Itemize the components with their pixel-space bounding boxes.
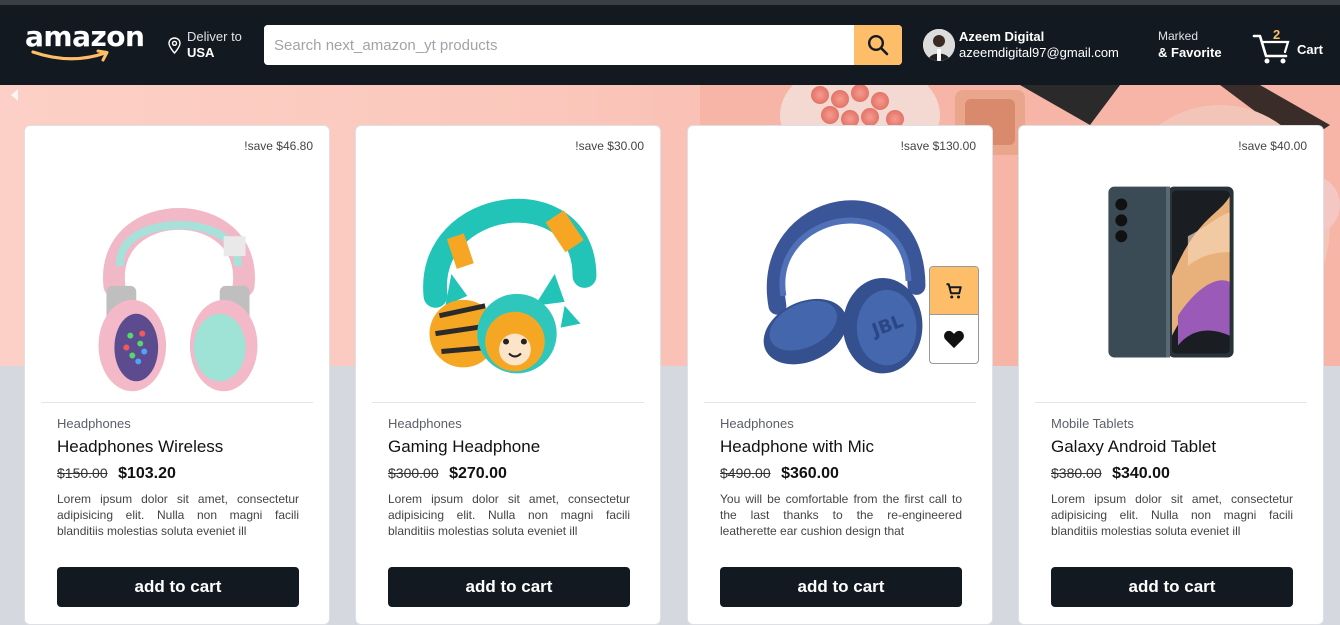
product-title[interactable]: Headphones Wireless [57,437,223,457]
product-category: Headphones [388,416,462,431]
marked-favorite[interactable]: Marked & Favorite [1158,29,1222,60]
header-bar: amazon Deliver to USA Azeem Digital azee… [0,5,1340,85]
product-title[interactable]: Gaming Headphone [388,437,540,457]
product-card[interactable]: !save $46.80 Headphones Headphones Wirel… [24,125,330,625]
product-quick-actions [929,266,979,364]
product-prices: $150.00 $103.20 [57,465,176,483]
cart-count: 2 [1273,27,1281,42]
cart-label: Cart [1297,42,1324,57]
current-price: $270.00 [449,465,507,482]
add-to-cart-button[interactable]: add to cart [388,567,630,607]
add-to-favorite-button[interactable] [930,315,978,363]
current-price: $340.00 [1112,465,1170,482]
avatar [923,29,955,61]
save-badge: !save $40.00 [1238,139,1307,153]
product-image[interactable] [25,156,329,396]
old-price: $490.00 [720,465,771,481]
search-bar [264,25,902,65]
product-prices: $490.00 $360.00 [720,465,839,483]
user-name: Azeem Digital [959,29,1045,44]
product-card[interactable]: !save $40.00 Mobile Tablets Galaxy Andro… [1018,125,1324,625]
search-input[interactable] [264,25,854,65]
search-icon [867,34,889,56]
logo-smile-icon [31,49,109,62]
product-category: Headphones [57,416,131,431]
cart-icon [946,282,962,298]
product-prices: $300.00 $270.00 [388,465,507,483]
favorite-label: & Favorite [1158,45,1222,60]
add-to-cart-button[interactable]: add to cart [1051,567,1293,607]
product-image[interactable] [356,156,660,396]
product-category: Headphones [720,416,794,431]
old-price: $150.00 [57,465,108,481]
card-divider [372,402,644,403]
save-badge: !save $46.80 [244,139,313,153]
heart-icon [944,330,964,349]
save-badge: !save $130.00 [900,139,976,153]
deliver-label: Deliver to [187,29,242,44]
current-price: $103.20 [118,465,176,482]
card-divider [704,402,976,403]
product-description: Lorem ipsum dolor sit amet, consectetur … [388,492,630,538]
user-email: azeemdigital97@gmail.com [959,45,1119,60]
old-price: $300.00 [388,465,439,481]
product-description: Lorem ipsum dolor sit amet, consectetur … [57,492,299,538]
current-price: $360.00 [781,465,839,482]
card-divider [41,402,313,403]
chevron-left-icon[interactable] [11,89,18,101]
deliver-location: USA [187,45,215,60]
product-image[interactable] [1019,156,1323,396]
search-button[interactable] [854,25,902,65]
save-badge: !save $30.00 [575,139,644,153]
cart-button[interactable]: 2 Cart [1252,27,1332,65]
product-description: You will be comfortable from the first c… [720,492,962,538]
cart-icon [1252,34,1290,64]
card-divider [1035,402,1307,403]
product-prices: $380.00 $340.00 [1051,465,1170,483]
old-price: $380.00 [1051,465,1102,481]
product-description: Lorem ipsum dolor sit amet, consectetur … [1051,492,1293,538]
product-card[interactable]: !save $30.00 Headphones Gaming Headphone… [355,125,661,625]
location-pin-icon [168,37,181,59]
amazon-logo[interactable]: amazon [25,21,145,65]
product-card[interactable]: !save $130.00 JBL Headphones Headphone w… [687,125,993,625]
quick-add-to-cart-button[interactable] [930,267,978,315]
add-to-cart-button[interactable]: add to cart [57,567,299,607]
marked-label: Marked [1158,29,1199,43]
product-title[interactable]: Headphone with Mic [720,437,874,457]
product-title[interactable]: Galaxy Android Tablet [1051,437,1216,457]
product-category: Mobile Tablets [1051,416,1134,431]
add-to-cart-button[interactable]: add to cart [720,567,962,607]
